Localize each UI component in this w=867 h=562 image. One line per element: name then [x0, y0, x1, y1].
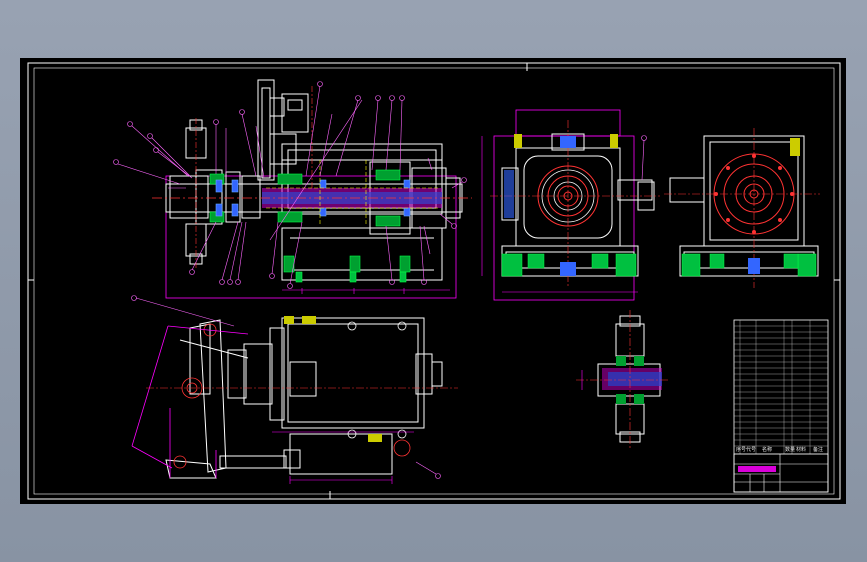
main-section-view	[113, 79, 472, 299]
drawing-frame	[27, 62, 841, 500]
parts-header-qty: 数量	[785, 446, 795, 453]
detail-view	[576, 310, 668, 448]
parts-header-no: 序号	[736, 446, 746, 453]
drawing-canvas: 序号 代号 名称 数量 材料 备注	[27, 62, 841, 500]
parts-header-remark: 备注	[813, 446, 823, 453]
side-view-right	[664, 128, 820, 288]
side-view-left	[481, 109, 660, 301]
parts-header-code: 代号	[746, 446, 756, 453]
parts-list-table	[733, 319, 829, 493]
drawing-sheet: 序号 代号 名称 数量 材料 备注	[20, 58, 846, 504]
parts-header-material: 材料	[796, 446, 806, 453]
plan-view	[131, 295, 458, 484]
parts-header-name: 名称	[762, 446, 772, 453]
cad-viewport: 序号 代号 名称 数量 材料 备注	[0, 0, 867, 562]
